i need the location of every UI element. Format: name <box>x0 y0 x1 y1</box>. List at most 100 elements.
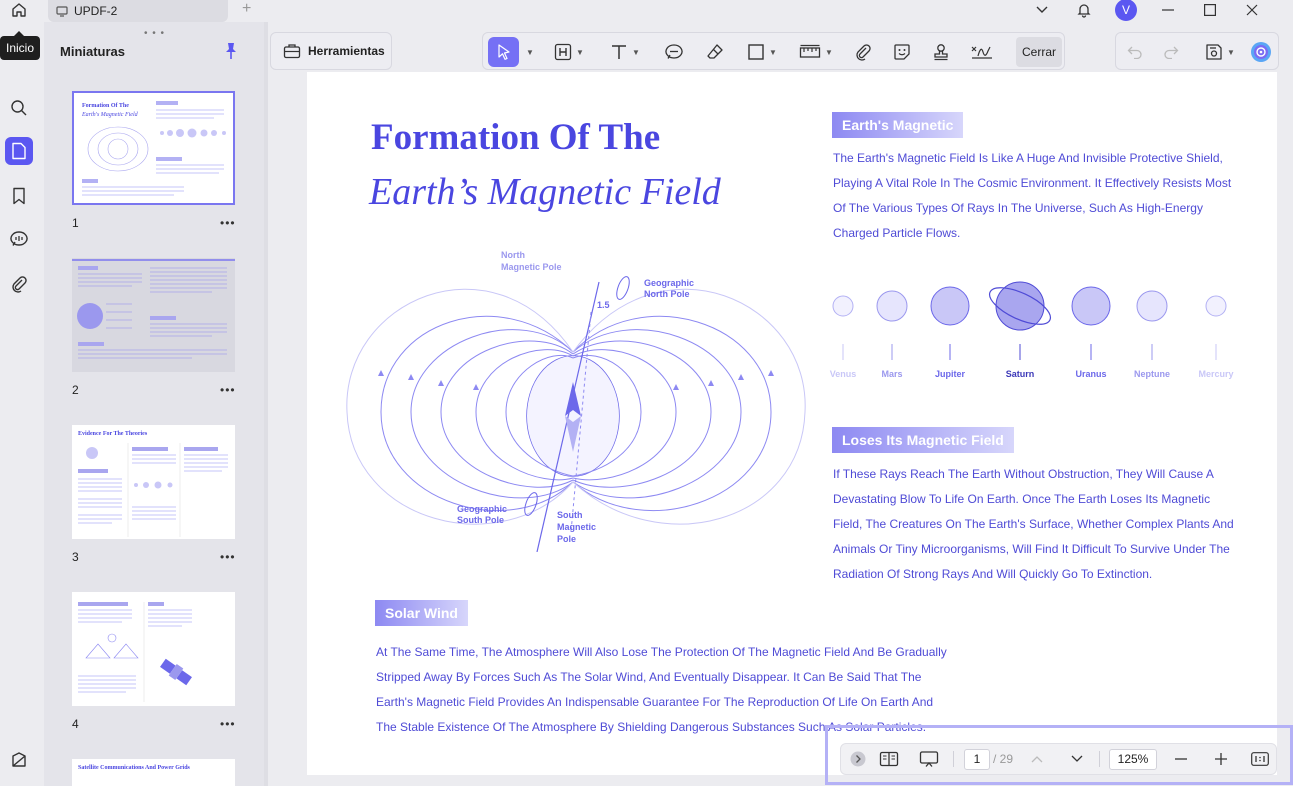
paragraph-line: Playing A Vital Role In The Cosmic Envir… <box>833 176 1232 190</box>
south-magnetic-pole-label-1: South <box>557 510 583 520</box>
close-window-button[interactable] <box>1231 0 1273 20</box>
page-thumbnail-5[interactable]: Satellite Communications And Power Grids <box>72 759 235 786</box>
page-thumbnail-3[interactable]: Evidence For The Theories <box>72 425 235 539</box>
chevron-down-icon: ▼ <box>1227 47 1235 57</box>
book-icon <box>879 751 899 767</box>
paragraph-line: If These Rays Reach The Earth Without Ob… <box>833 467 1214 481</box>
zoom-level-input[interactable]: 125% <box>1109 749 1157 770</box>
document-tab-icon <box>56 6 68 17</box>
ai-assistant-button[interactable] <box>1248 37 1274 67</box>
text-icon <box>612 45 627 59</box>
account-button[interactable]: V <box>1105 0 1147 21</box>
paragraph-line: At The Same Time, The Atmosphere Will Al… <box>376 645 947 659</box>
attachments-button[interactable] <box>5 270 33 298</box>
page-1-preview: Formation Of The Earth's Magnetic Field <box>81 101 226 196</box>
right-toolbar: ▼ <box>1115 32 1279 70</box>
thumbnail-more-button[interactable]: ••• <box>220 717 236 731</box>
measure-tool[interactable]: ▼ <box>796 37 836 67</box>
zoom-out-button[interactable] <box>1171 744 1191 774</box>
south-magnetic-pole-label-2: Magnetic <box>557 522 596 532</box>
avatar: V <box>1115 0 1137 21</box>
thumbnail-more-button[interactable]: ••• <box>220 383 236 397</box>
new-tab-button[interactable]: + <box>242 0 251 18</box>
select-tool-dropdown[interactable]: ▼ <box>520 37 536 67</box>
rectangle-icon <box>748 44 764 60</box>
presentation-icon <box>919 751 939 767</box>
bookmark-icon <box>13 187 25 205</box>
maximize-button[interactable] <box>1189 0 1231 20</box>
thumbnail-more-button[interactable]: ••• <box>220 216 236 230</box>
ai-assistant-button[interactable] <box>5 745 33 773</box>
tab-list-button[interactable] <box>1021 0 1063 20</box>
angle-label: 1.5 <box>597 300 610 310</box>
zoom-in-button[interactable] <box>1211 744 1231 774</box>
minimize-button[interactable] <box>1147 0 1189 20</box>
actual-size-button[interactable] <box>1249 744 1271 774</box>
panel-drag-handle[interactable]: • • • <box>144 28 165 39</box>
paragraph-line: Animals Or Tiny Microorganisms, Will Fin… <box>833 542 1230 556</box>
signature-tool[interactable] <box>968 37 996 67</box>
geographic-north-pole-label-1: Geographic <box>644 278 694 288</box>
magnetic-field-diagram: North Magnetic Pole Geographic North Pol… <box>346 250 806 552</box>
select-tool[interactable] <box>488 37 519 67</box>
previous-page-button[interactable] <box>1027 744 1047 774</box>
page-thumbnail-4[interactable] <box>72 592 235 706</box>
planet-label-neptune: Neptune <box>1134 369 1170 379</box>
plus-icon <box>1215 753 1227 765</box>
text-tool[interactable]: ▼ <box>605 37 645 67</box>
ruler-icon <box>799 44 821 58</box>
separator <box>1099 751 1100 767</box>
page-thumbnail-1[interactable]: Formation Of The Earth's Magnetic Field <box>72 91 235 205</box>
document-page: Formation Of The Earth’s Magnetic Field <box>307 72 1277 775</box>
chevron-down-icon: ▼ <box>825 47 833 57</box>
home-icon <box>12 3 26 17</box>
signature-icon <box>971 46 992 59</box>
thumbnail-page-number: 1 <box>72 216 79 230</box>
search-button[interactable] <box>5 94 33 122</box>
save-button[interactable]: ▼ <box>1200 37 1240 67</box>
section1-paragraph: The Earth's Magnetic Field Is Like A Hug… <box>833 146 1231 246</box>
thumbnails-button[interactable] <box>5 137 33 165</box>
comments-button[interactable] <box>5 225 33 253</box>
highlight-tool[interactable]: ▼ <box>551 37 587 67</box>
thumbnail-more-button[interactable]: ••• <box>220 550 236 564</box>
redo-button[interactable] <box>1160 37 1182 67</box>
pencil-tool[interactable] <box>703 37 727 67</box>
page-layout-button[interactable] <box>877 744 901 774</box>
attach-file-tool[interactable] <box>851 37 875 67</box>
section2-paragraph: If These Rays Reach The Earth Without Ob… <box>833 462 1234 587</box>
svg-text:Formation Of The: Formation Of The <box>82 103 129 109</box>
sticker-tool[interactable] <box>890 37 914 67</box>
sticker-icon <box>894 44 910 60</box>
chevron-down-icon: ▼ <box>632 47 640 57</box>
document-tab[interactable]: UPDF-2 <box>48 0 228 22</box>
text-comment-tool[interactable] <box>661 37 687 67</box>
page-thumbnail-2[interactable] <box>72 258 235 372</box>
south-magnetic-pole-label-3: Pole <box>557 534 576 544</box>
collapse-navbar-button[interactable] <box>849 744 867 774</box>
tools-label: Herramientas <box>308 44 385 58</box>
shape-tool[interactable]: ▼ <box>743 37 781 67</box>
chevron-down-icon <box>1036 6 1048 13</box>
thumbnails-scrollbar[interactable] <box>264 22 268 786</box>
paragraph-line: Radiation Of Strong Rays And Will Quickl… <box>833 567 1153 581</box>
geographic-south-pole-label-2: South Pole <box>457 515 504 525</box>
home-button[interactable] <box>6 0 32 20</box>
bookmarks-button[interactable] <box>5 182 33 210</box>
document-title-line2: Earth’s Magnetic Field <box>369 171 721 213</box>
next-page-button[interactable] <box>1067 744 1087 774</box>
close-toolbar-button[interactable]: Cerrar <box>1016 37 1062 67</box>
page-number-input[interactable]: 1 <box>964 749 990 770</box>
pin-button[interactable] <box>224 42 238 65</box>
undo-button[interactable] <box>1124 37 1146 67</box>
stamp-tool[interactable] <box>929 37 953 67</box>
notifications-button[interactable] <box>1063 0 1105 20</box>
paragraph-line: Earth's Magnetic Field Provides An Indis… <box>376 695 934 709</box>
tools-button[interactable]: Herramientas <box>270 32 392 70</box>
eraser-icon <box>707 44 723 59</box>
paragraph-line: The Earth's Magnetic Field Is Like A Hug… <box>833 151 1223 165</box>
thumbnail-page-number: 2 <box>72 383 79 397</box>
presentation-button[interactable] <box>917 744 941 774</box>
title-bar: UPDF-2 + V <box>0 0 1293 22</box>
ai-assistant-icon <box>1251 42 1271 62</box>
